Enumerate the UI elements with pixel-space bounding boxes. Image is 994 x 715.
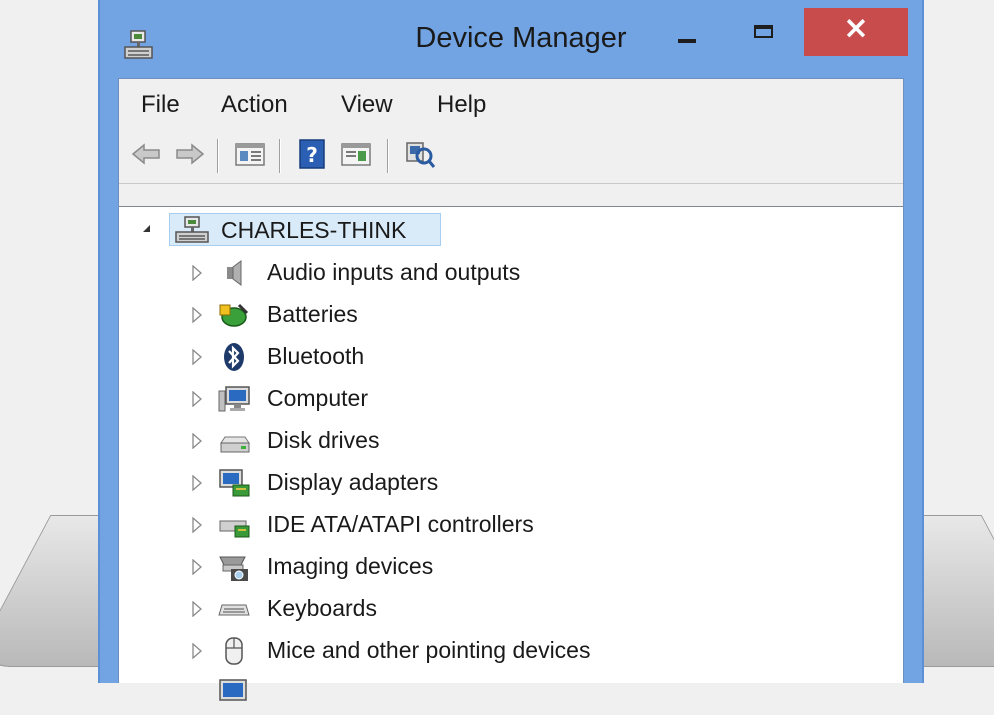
battery-icon bbox=[219, 303, 249, 327]
tree-item-label: Mice and other pointing devices bbox=[267, 637, 591, 663]
minimize-button[interactable] bbox=[668, 8, 708, 56]
toolbar-separator bbox=[217, 139, 219, 173]
toolbar-separator bbox=[279, 139, 281, 173]
tree-item-label: Display adapters bbox=[267, 469, 439, 495]
computer-icon bbox=[218, 386, 250, 412]
speaker-icon bbox=[227, 260, 242, 286]
maximize-button[interactable] bbox=[740, 8, 790, 56]
title-bar[interactable]: Device Manager × bbox=[100, 0, 922, 78]
menu-bar: File Action View Help bbox=[119, 79, 903, 131]
tree-item-mice[interactable]: Mice and other pointing devices bbox=[119, 631, 903, 673]
tree-item-partial bbox=[119, 673, 903, 715]
window-title: Device Manager bbox=[415, 22, 627, 54]
menu-view[interactable]: View bbox=[341, 91, 393, 119]
tree-item-batteries[interactable]: Batteries bbox=[119, 295, 903, 337]
help-icon[interactable]: ? bbox=[295, 137, 329, 171]
mouse-icon bbox=[225, 637, 243, 665]
bluetooth-icon bbox=[224, 343, 244, 371]
expand-arrow-icon[interactable] bbox=[192, 558, 202, 576]
tree-item-label: Computer bbox=[267, 385, 368, 411]
expand-arrow-icon[interactable] bbox=[192, 474, 202, 492]
tree-item-bluetooth[interactable]: Bluetooth bbox=[119, 337, 903, 379]
tree-item-audio[interactable]: Audio inputs and outputs bbox=[119, 253, 903, 295]
ide-controller-icon bbox=[219, 520, 250, 538]
tree-item-label: Disk drives bbox=[267, 427, 380, 453]
tree-item-ide-controllers[interactable]: IDE ATA/ATAPI controllers bbox=[119, 505, 903, 547]
tree-item-label: Bluetooth bbox=[267, 343, 365, 369]
tree-item-display-adapters[interactable]: Display adapters bbox=[119, 463, 903, 505]
forward-arrow-icon[interactable] bbox=[173, 137, 207, 171]
tree-item-keyboards[interactable]: Keyboards bbox=[119, 589, 903, 631]
tree-item-label: Keyboards bbox=[267, 595, 377, 621]
expand-arrow-icon[interactable] bbox=[192, 432, 202, 450]
tree-item-label: Audio inputs and outputs bbox=[267, 259, 521, 285]
tree-item-computer[interactable]: Computer bbox=[119, 379, 903, 421]
expand-arrow-icon[interactable] bbox=[192, 306, 202, 324]
tree-root-label: CHARLES-THINK bbox=[221, 217, 407, 243]
expand-arrow-icon[interactable] bbox=[192, 516, 202, 534]
tree-item-label: IDE ATA/ATAPI controllers bbox=[267, 511, 534, 537]
camera-icon bbox=[219, 556, 248, 581]
collapse-arrow-icon[interactable] bbox=[143, 225, 150, 232]
back-arrow-icon[interactable] bbox=[129, 137, 163, 171]
expand-arrow-icon[interactable] bbox=[192, 348, 202, 366]
menu-file[interactable]: File bbox=[141, 91, 180, 119]
expand-arrow-icon[interactable] bbox=[192, 642, 202, 660]
computer-network-icon bbox=[175, 216, 209, 243]
keyboard-icon bbox=[218, 604, 250, 616]
show-hide-console-tree-icon[interactable] bbox=[233, 137, 267, 171]
show-action-pane-icon[interactable] bbox=[339, 137, 373, 171]
expand-arrow-icon[interactable] bbox=[192, 390, 202, 408]
tree-item-imaging-devices[interactable]: Imaging devices bbox=[119, 547, 903, 589]
help-glyph: ? bbox=[306, 143, 318, 167]
expand-arrow-icon[interactable] bbox=[192, 600, 202, 618]
close-icon: × bbox=[843, 10, 869, 46]
expand-arrow-icon[interactable] bbox=[192, 264, 202, 282]
close-button[interactable]: × bbox=[804, 8, 908, 56]
display-adapter-icon bbox=[219, 469, 250, 497]
disk-drive-icon bbox=[220, 436, 250, 453]
monitor-icon bbox=[219, 679, 247, 701]
maximize-icon bbox=[754, 25, 773, 38]
menu-help[interactable]: Help bbox=[437, 91, 486, 119]
toolbar: ? bbox=[119, 131, 903, 184]
tree-item-label: Imaging devices bbox=[267, 553, 434, 579]
scan-hardware-changes-icon[interactable] bbox=[403, 137, 437, 171]
tree-item-disk-drives[interactable]: Disk drives bbox=[119, 421, 903, 463]
minimize-icon bbox=[678, 39, 696, 43]
device-manager-window: Device Manager × File Action View Help ?… bbox=[98, 0, 924, 701]
toolbar-separator bbox=[387, 139, 389, 173]
device-tree[interactable]: CHARLES-THINK Audio inputs and outputs B… bbox=[119, 206, 903, 701]
window-client-area: File Action View Help ? CHARLES-THINK Au… bbox=[118, 78, 904, 701]
tree-item-label: Batteries bbox=[267, 301, 358, 327]
menu-action[interactable]: Action bbox=[221, 91, 288, 119]
